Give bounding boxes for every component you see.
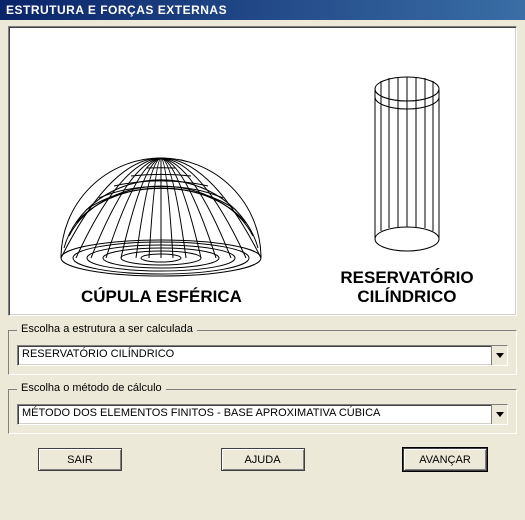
method-select-value: MÉTODO DOS ELEMENTOS FINITOS - BASE APRO…	[18, 405, 491, 424]
dome-icon	[51, 118, 271, 281]
help-button[interactable]: AJUDA	[221, 448, 305, 471]
title-bar: ESTRUTURA E FORÇAS EXTERNAS	[0, 0, 525, 20]
cylinder-icon	[357, 69, 457, 262]
next-button[interactable]: AVANÇAR	[403, 448, 487, 471]
method-select[interactable]: MÉTODO DOS ELEMENTOS FINITOS - BASE APRO…	[17, 404, 508, 425]
method-groupbox: Escolha o método de cálculo MÉTODO DOS E…	[8, 389, 517, 434]
structure-select-value: RESERVATÓRIO CILÍNDRICO	[18, 346, 491, 365]
structure-select[interactable]: RESERVATÓRIO CILÍNDRICO	[17, 345, 508, 366]
illustration-panel: CÚPULA ESFÉRICA	[8, 26, 517, 316]
cylinder-column: RESERVATÓRIO CILÍNDRICO	[340, 69, 473, 307]
exit-button[interactable]: SAIR	[38, 448, 122, 471]
chevron-down-icon[interactable]	[491, 346, 507, 365]
chevron-down-icon[interactable]	[491, 405, 507, 424]
dome-label: CÚPULA ESFÉRICA	[81, 287, 242, 307]
structure-groupbox: Escolha a estrutura a ser calculada RESE…	[8, 330, 517, 375]
dome-column: CÚPULA ESFÉRICA	[51, 118, 271, 307]
dialog-content: CÚPULA ESFÉRICA	[0, 20, 525, 485]
cylinder-label: RESERVATÓRIO CILÍNDRICO	[340, 268, 473, 307]
button-bar: SAIR AJUDA AVANÇAR	[8, 434, 517, 475]
method-legend: Escolha o método de cálculo	[17, 382, 166, 394]
window-title: ESTRUTURA E FORÇAS EXTERNAS	[6, 3, 227, 17]
structure-legend: Escolha a estrutura a ser calculada	[17, 323, 197, 335]
